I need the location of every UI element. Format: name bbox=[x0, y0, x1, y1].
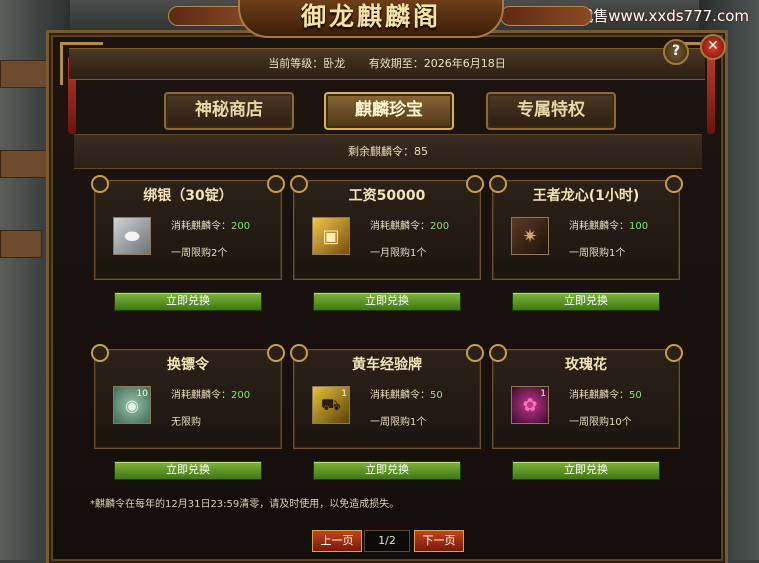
redeem-button[interactable]: 立即兑换 bbox=[313, 461, 461, 480]
item-card: 绑银（30锭） ⬬ 消耗麒麟令：200 一周限购2个 bbox=[91, 175, 285, 280]
current-level: 当前等级：卧龙 bbox=[268, 57, 346, 70]
tassel-ornament bbox=[707, 56, 715, 134]
item-limit: 一周限购2个 bbox=[171, 248, 228, 259]
item-card: 换镖令 ◉ 10 消耗麒麟令：200 无限购 bbox=[91, 344, 285, 449]
item-cost: 消耗麒麟令：200 bbox=[370, 221, 450, 232]
page-indicator: 1/2 bbox=[364, 530, 410, 552]
title-ornament bbox=[500, 6, 592, 26]
rose-icon[interactable]: ✿ 1 bbox=[511, 386, 549, 424]
gold-package-icon[interactable]: ▣ bbox=[312, 217, 350, 255]
remaining-tokens: 剩余麒麟令：85 bbox=[74, 134, 702, 169]
item-name: 绑银（30锭） bbox=[143, 188, 233, 204]
header-bar: 当前等级：卧龙 有效期至：2026年6月18日 bbox=[69, 48, 705, 80]
redeem-button[interactable]: 立即兑换 bbox=[114, 461, 262, 480]
window-title: 御龙麒麟阁 bbox=[300, 2, 441, 31]
redeem-button[interactable]: 立即兑换 bbox=[313, 292, 461, 311]
item-limit: 一月限购1个 bbox=[370, 248, 427, 259]
item-name: 换镖令 bbox=[167, 357, 209, 373]
escort-token-icon[interactable]: ◉ 10 bbox=[113, 386, 151, 424]
item-quantity: 10 bbox=[136, 389, 148, 399]
item-card: 玫瑰花 ✿ 1 消耗麒麟令：50 一周限购10个 bbox=[489, 344, 683, 449]
item-card: 工资50000 ▣ 消耗麒麟令：200 一月限购1个 bbox=[290, 175, 484, 280]
item-limit: 一周限购10个 bbox=[569, 417, 632, 428]
item-name: 黄车经验牌 bbox=[352, 357, 422, 373]
next-page-button[interactable]: 下一页 bbox=[414, 530, 464, 552]
item-name: 工资50000 bbox=[348, 188, 426, 204]
help-icon[interactable]: ? bbox=[663, 39, 689, 65]
item-cost: 消耗麒麟令：100 bbox=[569, 221, 649, 232]
redeem-button[interactable]: 立即兑换 bbox=[512, 461, 660, 480]
item-quantity: 1 bbox=[540, 389, 546, 399]
item-cost: 消耗麒麟令：200 bbox=[171, 390, 251, 401]
dragon-heart-icon[interactable]: ✷ bbox=[511, 217, 549, 255]
redeem-button[interactable]: 立即兑换 bbox=[512, 292, 660, 311]
title-plate: 御龙麒麟阁 bbox=[238, 0, 504, 38]
reset-notice: *麒麟令在每年的12月31日23:59清零，请及时使用，以免造成损失。 bbox=[90, 499, 400, 510]
item-cost: 消耗麒麟令：50 bbox=[370, 390, 443, 401]
item-cost: 消耗麒麟令：50 bbox=[569, 390, 642, 401]
item-quantity: 1 bbox=[341, 389, 347, 399]
close-icon[interactable]: ✕ bbox=[700, 34, 726, 60]
item-card: 黄车经验牌 ⛟ 1 消耗麒麟令：50 一周限购1个 bbox=[290, 344, 484, 449]
expiry-date: 有效期至：2026年6月18日 bbox=[368, 57, 506, 70]
item-name: 玫瑰花 bbox=[565, 357, 607, 373]
redeem-button[interactable]: 立即兑换 bbox=[114, 292, 262, 311]
item-limit: 一周限购1个 bbox=[569, 248, 626, 259]
tab-exclusive-privilege[interactable]: 专属特权 bbox=[486, 92, 616, 130]
item-limit: 一周限购1个 bbox=[370, 417, 427, 428]
silver-ingot-icon[interactable]: ⬬ bbox=[113, 217, 151, 255]
tab-qilin-treasure[interactable]: 麒麟珍宝 bbox=[324, 92, 454, 130]
item-card: 王者龙心(1小时) ✷ 消耗麒麟令：100 一周限购1个 bbox=[489, 175, 683, 280]
prev-page-button[interactable]: 上一页 bbox=[312, 530, 362, 552]
yellow-cart-icon[interactable]: ⛟ 1 bbox=[312, 386, 350, 424]
tab-mystery-shop[interactable]: 神秘商店 bbox=[164, 92, 294, 130]
item-name: 王者龙心(1小时) bbox=[532, 188, 640, 204]
item-cost: 消耗麒麟令：200 bbox=[171, 221, 251, 232]
item-limit: 无限购 bbox=[171, 417, 201, 428]
